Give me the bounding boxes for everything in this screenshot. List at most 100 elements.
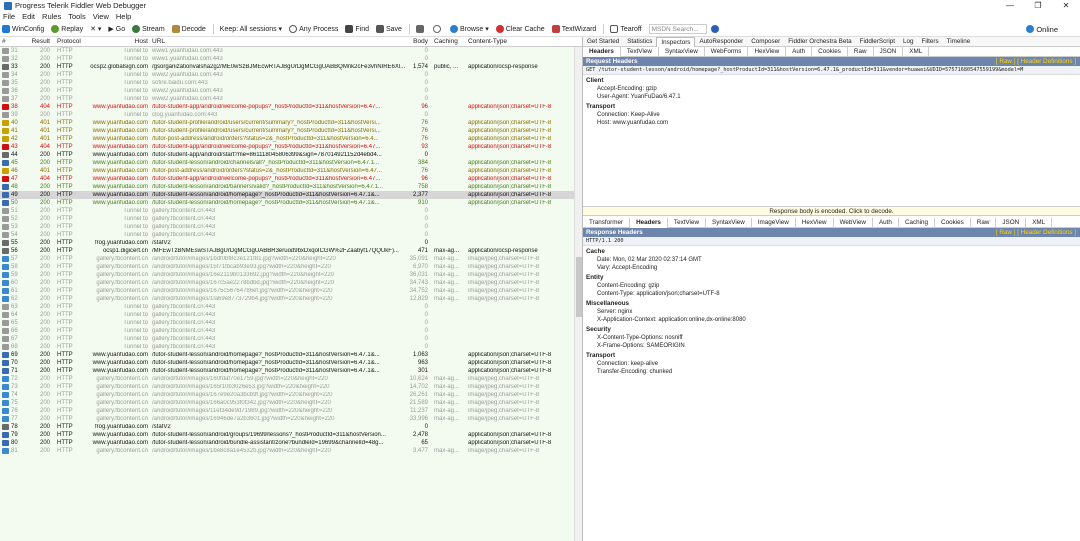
- session-row[interactable]: 38 404 HTTP www.yuanfudao.com/tutor-student…: [0, 103, 582, 111]
- tab-raw[interactable]: Raw: [971, 217, 997, 228]
- tab-get-started[interactable]: Get Started: [583, 37, 623, 47]
- tab-headers[interactable]: Headers: [583, 46, 621, 57]
- tab-textview[interactable]: TextView: [668, 217, 707, 228]
- header-value[interactable]: Connection: keep-alive: [583, 360, 1080, 368]
- session-row[interactable]: 52 200 HTTP Tunnel to gallery.fbcontent.cn:4…: [0, 215, 582, 223]
- header-value[interactable]: Content-Type: application/json;charset=U…: [583, 290, 1080, 298]
- session-row[interactable]: 61 200 HTTP gallery.fbcontent.cn/android/tu…: [0, 287, 582, 295]
- find-button[interactable]: Find: [345, 25, 369, 33]
- session-row[interactable]: 70 200 HTTP www.yuanfudao.com/tutor-student…: [0, 359, 582, 367]
- tab-raw[interactable]: Raw: [848, 46, 874, 57]
- tab-filters[interactable]: Filters: [918, 37, 943, 47]
- session-row[interactable]: 57 200 HTTP gallery.fbcontent.cn/android/tu…: [0, 255, 582, 263]
- session-row[interactable]: 63 200 HTTP Tunnel to gallery.fbcontent.cn:4…: [0, 303, 582, 311]
- raw-header-links[interactable]: [ Raw ] [ Header Definitions ]: [996, 58, 1080, 65]
- menu-help[interactable]: Help: [116, 12, 131, 21]
- session-row[interactable]: 73 200 HTTP gallery.fbcontent.cn/android/tu…: [0, 383, 582, 391]
- session-row[interactable]: 62 200 HTTP gallery.fbcontent.cn/android/tu…: [0, 295, 582, 303]
- col-header-body[interactable]: Body: [405, 38, 430, 45]
- tab-autoresponder[interactable]: AutoResponder: [695, 37, 747, 47]
- session-row[interactable]: 40 401 HTTP www.yuanfudao.com/tutor-student…: [0, 119, 582, 127]
- session-row[interactable]: 67 200 HTTP Tunnel to gallery.fbcontent.cn:4…: [0, 335, 582, 343]
- col-header-caching[interactable]: Caching: [430, 38, 464, 45]
- menu-view[interactable]: View: [93, 12, 109, 21]
- header-value[interactable]: Vary: Accept-Encoding: [583, 264, 1080, 272]
- session-row[interactable]: 45 200 HTTP www.yuanfudao.com/tutor-student…: [0, 159, 582, 167]
- remove-button[interactable]: ✕ ▾: [90, 25, 101, 33]
- tab-caching[interactable]: Caching: [899, 217, 936, 228]
- menu-tools[interactable]: Tools: [68, 12, 86, 21]
- tab-inspectors[interactable]: Inspectors: [656, 36, 696, 47]
- timer-button[interactable]: [432, 25, 443, 33]
- replay-button[interactable]: Replay: [51, 25, 83, 33]
- keep-sessions-dropdown[interactable]: Keep: All sessions ▾: [220, 25, 282, 33]
- session-row[interactable]: 78 200 HTTP frog.yuanfudao.com/statV2 0: [0, 423, 582, 431]
- tab-headers[interactable]: Headers: [630, 217, 668, 228]
- session-row[interactable]: 33 200 HTTP ocsp2.globalsign.com/gsorganiza…: [0, 63, 582, 71]
- session-row[interactable]: 41 401 HTTP www.yuanfudao.com/tutor-student…: [0, 127, 582, 135]
- session-row[interactable]: 44 200 HTTP www.yuanfudao.com/tutor-student…: [0, 151, 582, 159]
- tab-syntaxview[interactable]: SyntaxView: [706, 217, 752, 228]
- close-button[interactable]: ✕: [1052, 1, 1080, 10]
- tab-composer[interactable]: Composer: [747, 37, 784, 47]
- any-process-button[interactable]: Any Process: [289, 25, 338, 33]
- tab-cookies[interactable]: Cookies: [935, 217, 971, 228]
- session-row[interactable]: 71 200 HTTP www.yuanfudao.com/tutor-student…: [0, 367, 582, 375]
- col-header-url[interactable]: URL: [150, 38, 405, 45]
- tab-json[interactable]: JSON: [996, 217, 1027, 228]
- session-row[interactable]: 60 200 HTTP gallery.fbcontent.cn/android/tu…: [0, 279, 582, 287]
- header-value[interactable]: X-Frame-Options: SAMEORIGIN: [583, 342, 1080, 350]
- session-row[interactable]: 74 200 HTTP gallery.fbcontent.cn/android/tu…: [0, 391, 582, 399]
- session-row[interactable]: 58 200 HTTP gallery.fbcontent.cn/android/tu…: [0, 263, 582, 271]
- session-row[interactable]: 55 200 HTTP frog.yuanfudao.com/statV2 0: [0, 239, 582, 247]
- browse-button[interactable]: Browse ▾: [449, 25, 489, 33]
- session-row[interactable]: 56 200 HTTP ocsp1.digicert.cn/MFEwTzBNMEswS…: [0, 247, 582, 255]
- menu-rules[interactable]: Rules: [42, 12, 61, 21]
- raw-header-links-response[interactable]: [ Raw ] [ Header Definitions ]: [996, 229, 1080, 236]
- session-row[interactable]: 46 401 HTTP www.yuanfudao.com/tutor-post-ad…: [0, 167, 582, 175]
- session-row[interactable]: 32 200 HTTP Tunnel to www1.yuanfudao.com:443…: [0, 55, 582, 63]
- session-row[interactable]: 39 200 HTTP Tunnel to clog.yuanfudao.com:443…: [0, 111, 582, 119]
- menu-file[interactable]: File: [3, 12, 15, 21]
- tab-json[interactable]: JSON: [874, 46, 904, 57]
- tab-fiddlerscript[interactable]: FiddlerScript: [856, 37, 899, 47]
- minimize-button[interactable]: —: [996, 1, 1024, 10]
- session-row[interactable]: 53 200 HTTP Tunnel to gallery.fbcontent.cn:4…: [0, 223, 582, 231]
- header-value[interactable]: Accept-Encoding: gzip: [583, 85, 1080, 93]
- session-row[interactable]: 54 200 HTTP Tunnel to gallery.fbcontent.cn:4…: [0, 231, 582, 239]
- stream-button[interactable]: Stream: [132, 25, 165, 33]
- col-header-result[interactable]: Result: [30, 38, 52, 45]
- session-row[interactable]: 76 200 HTTP gallery.fbcontent.cn/android/tu…: [0, 407, 582, 415]
- col-header-protocol[interactable]: Protocol: [52, 38, 90, 45]
- session-row[interactable]: 68 200 HTTP Tunnel to gallery.fbcontent.cn:4…: [0, 343, 582, 351]
- tab-auth[interactable]: Auth: [873, 217, 899, 228]
- header-value[interactable]: Content-Encoding: gzip: [583, 282, 1080, 290]
- session-row[interactable]: 43 404 HTTP www.yuanfudao.com/tutor-student…: [0, 143, 582, 151]
- save-button[interactable]: Save: [376, 25, 402, 33]
- session-row[interactable]: 50 200 HTTP www.yuanfudao.com/tutor-student…: [0, 199, 582, 207]
- header-value[interactable]: X-Content-Type-Options: nosniff: [583, 334, 1080, 342]
- tab-cookies[interactable]: Cookies: [812, 46, 848, 57]
- tab-log[interactable]: Log: [899, 37, 918, 47]
- session-row[interactable]: 49 200 HTTP www.yuanfudao.com/tutor-student…: [0, 191, 582, 199]
- col-header-host[interactable]: Host: [90, 38, 150, 45]
- session-row[interactable]: 31 200 HTTP Tunnel to www1.yuanfudao.com:443…: [0, 47, 582, 55]
- session-row[interactable]: 81 200 HTTP gallery.fbcontent.cn/android/tu…: [0, 447, 582, 455]
- session-row[interactable]: 79 200 HTTP www.yuanfudao.com/tutor-student…: [0, 431, 582, 439]
- session-row[interactable]: 42 401 HTTP www.yuanfudao.com/tutor-post-ad…: [0, 135, 582, 143]
- col-header-content-type[interactable]: Content-Type: [464, 38, 572, 45]
- tearoff-button[interactable]: Tearoff: [610, 25, 642, 33]
- session-row[interactable]: 72 200 HTTP gallery.fbcontent.cn/android/tu…: [0, 375, 582, 383]
- header-value[interactable]: Connection: Keep-Alive: [583, 111, 1080, 119]
- header-value[interactable]: Date: Mon, 02 Mar 2020 02:37:14 GMT: [583, 256, 1080, 264]
- session-row[interactable]: 34 200 HTTP Tunnel to www2.yuanfudao.com:443…: [0, 71, 582, 79]
- tab-auth[interactable]: Auth: [786, 46, 813, 57]
- header-value[interactable]: Transfer-Encoding: chunked: [583, 368, 1080, 376]
- maximize-button[interactable]: ❐: [1024, 1, 1052, 10]
- decode-button[interactable]: Decode: [171, 25, 206, 33]
- tab-textview[interactable]: TextView: [621, 46, 659, 57]
- tab-fiddler-orchestra-beta[interactable]: Fiddler Orchestra Beta: [784, 37, 855, 47]
- session-row[interactable]: 37 200 HTTP Tunnel to www2.yuanfudao.com:443…: [0, 95, 582, 103]
- tab-syntaxview[interactable]: SyntaxView: [659, 46, 705, 57]
- col-header-id[interactable]: #: [0, 38, 30, 45]
